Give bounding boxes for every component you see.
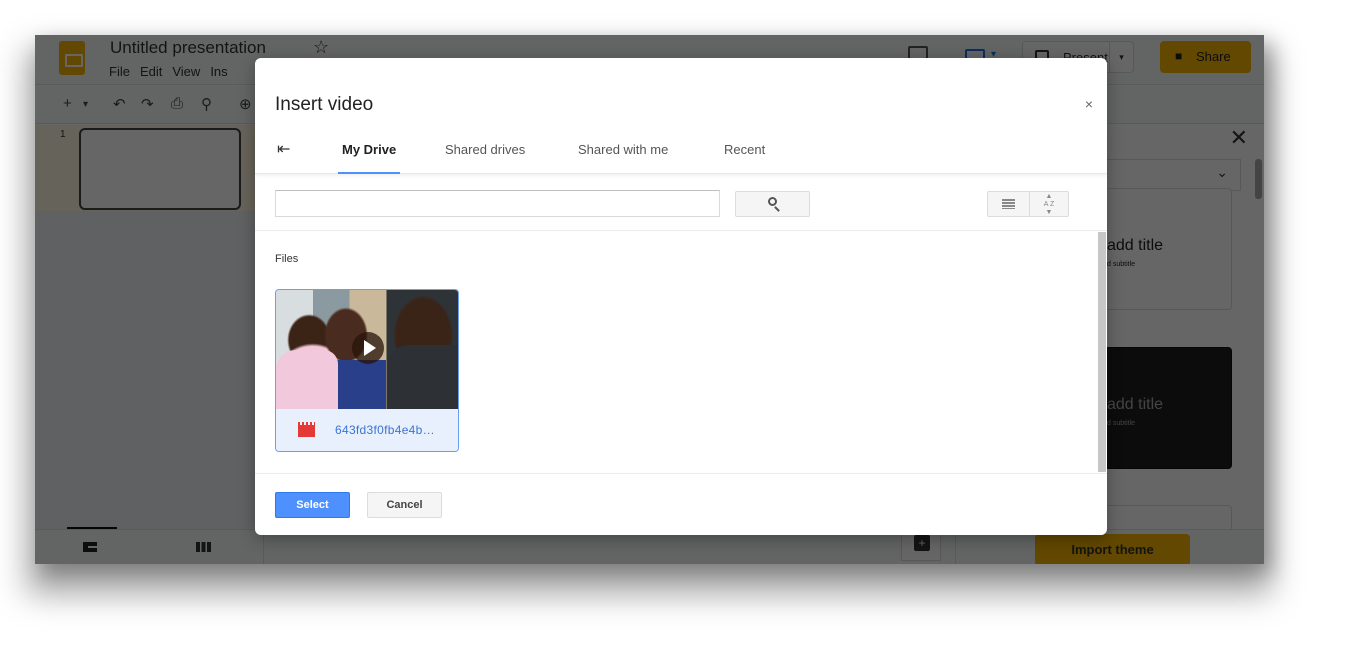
dialog-title: Insert video — [275, 94, 374, 115]
search-input[interactable] — [275, 190, 720, 217]
cancel-button[interactable]: Cancel — [367, 492, 442, 518]
file-name: 643fd3f0fb4e4b… — [335, 423, 435, 437]
sort-az-icon[interactable]: ▲ A Z ▼ — [1030, 192, 1068, 216]
search-icon — [768, 197, 777, 206]
video-thumbnail — [276, 290, 458, 409]
tab-shared-with-me[interactable]: Shared with me — [578, 142, 668, 174]
view-options: ▲ A Z ▼ — [987, 191, 1069, 217]
select-button[interactable]: Select — [275, 492, 350, 518]
video-file-icon — [298, 422, 315, 437]
thumbnail-detail — [336, 360, 386, 409]
tab-recent[interactable]: Recent — [724, 142, 765, 174]
thumbnail-detail — [388, 345, 458, 409]
file-meta: 643fd3f0fb4e4b… — [276, 409, 458, 451]
list-view-button[interactable] — [988, 192, 1030, 216]
source-tabs: ⇤ My Drive Shared drives Shared with me … — [255, 130, 1107, 174]
back-arrow-icon[interactable]: ⇤ — [277, 139, 290, 159]
play-icon — [352, 332, 384, 364]
close-icon[interactable]: × — [1085, 96, 1093, 112]
screenshot-stage: Untitled presentation ☆ File Edit View I… — [0, 0, 1347, 648]
insert-video-dialog: Insert video × ⇤ My Drive Shared drives … — [255, 58, 1107, 535]
divider — [255, 473, 1107, 474]
files-section-label: Files — [275, 253, 299, 265]
tab-shared-drives[interactable]: Shared drives — [445, 142, 525, 174]
content-scrollbar[interactable] — [1098, 232, 1106, 472]
file-item-selected[interactable]: 643fd3f0fb4e4b… — [275, 289, 459, 452]
search-button[interactable] — [735, 191, 810, 217]
thumbnail-detail — [276, 350, 338, 409]
tab-my-drive[interactable]: My Drive — [337, 142, 401, 174]
divider — [255, 230, 1107, 231]
